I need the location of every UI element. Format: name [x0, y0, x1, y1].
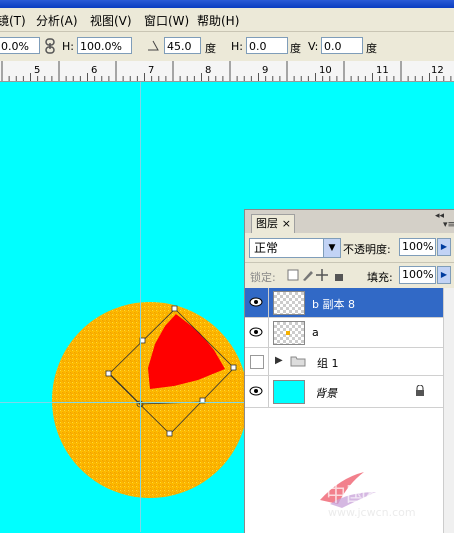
- hskew-label: H:: [231, 40, 243, 53]
- ruler-label: 6: [91, 65, 98, 76]
- panel-tab-bar: 图层 × ◂◂ ▾≡: [245, 210, 454, 233]
- eye-icon: [249, 327, 263, 337]
- height-field[interactable]: 100.0%: [77, 37, 132, 54]
- angle-icon: [147, 39, 159, 54]
- link-icon[interactable]: [45, 38, 55, 57]
- lock-label: 锁定:: [250, 271, 276, 284]
- lock-icon: [415, 384, 425, 400]
- layer-name: b 副本 8: [312, 298, 355, 311]
- hskew-field[interactable]: 0.0: [246, 37, 288, 54]
- ruler-label: 12: [431, 65, 444, 76]
- fill-label: 填充:: [367, 271, 393, 284]
- visibility-toggle[interactable]: [245, 348, 269, 375]
- angle-unit: 度: [205, 42, 216, 55]
- options-bar: 0.0% H: 100.0% 45.0 度 H: 0.0 度 V: 0.0 度: [0, 32, 454, 62]
- layer-row-group-1[interactable]: ▶ 组 1: [245, 348, 443, 376]
- expand-triangle-icon[interactable]: ▶: [275, 355, 283, 366]
- menu-window[interactable]: 窗口(W): [144, 12, 189, 29]
- guide-vertical: [140, 82, 141, 532]
- layer-row-a[interactable]: a: [245, 318, 443, 348]
- folder-icon: [290, 355, 306, 370]
- tab-layers-label: 图层: [256, 217, 278, 230]
- thumbnail-dot: [286, 331, 290, 335]
- menu-analysis[interactable]: 分析(A): [36, 12, 78, 29]
- ruler-label: 7: [148, 65, 155, 76]
- orb-shape: [52, 302, 248, 498]
- chevron-down-icon[interactable]: ▼: [323, 239, 340, 257]
- opacity-slider-arrow-icon[interactable]: ▶: [437, 238, 451, 256]
- vskew-field[interactable]: 0.0: [321, 37, 363, 54]
- ruler-label: 9: [262, 65, 269, 76]
- hskew-unit: 度: [290, 42, 301, 55]
- layer-name: 组 1: [317, 357, 339, 370]
- layer-name: 背景: [315, 387, 337, 400]
- menu-filter[interactable]: 镜(T): [0, 12, 26, 29]
- visibility-toggle[interactable]: [245, 376, 269, 407]
- vskew-label: V:: [308, 40, 319, 53]
- width-field[interactable]: 0.0%: [0, 37, 40, 54]
- title-bar: [0, 0, 454, 8]
- blend-mode-value: 正常: [254, 241, 279, 255]
- ruler-label: 11: [376, 65, 389, 76]
- layer-row-b-copy-8[interactable]: b 副本 8: [245, 288, 443, 318]
- panel-menu-icon[interactable]: ▾≡: [443, 220, 454, 230]
- visibility-toggle[interactable]: [245, 288, 269, 317]
- divider: [245, 262, 454, 263]
- horizontal-ruler: 5 6 7 8 9 10 11 12: [0, 61, 454, 82]
- menu-bar: 镜(T) 分析(A) 视图(V) 窗口(W) 帮助(H): [0, 8, 454, 32]
- opacity-input[interactable]: 100%: [399, 238, 436, 256]
- menu-help[interactable]: 帮助(H): [197, 12, 239, 29]
- lock-all-icon[interactable]: [335, 274, 343, 281]
- layer-thumbnail: [273, 380, 305, 404]
- layer-row-background[interactable]: 背景: [245, 376, 443, 408]
- fill-slider-arrow-icon[interactable]: ▶: [437, 266, 451, 284]
- lock-transparency-icon[interactable]: [287, 269, 299, 281]
- visibility-toggle[interactable]: [245, 318, 269, 347]
- tab-layers[interactable]: 图层 ×: [251, 214, 295, 233]
- angle-field[interactable]: 45.0: [164, 37, 201, 54]
- watermark: 中国教程网 www.jcwcn.com: [318, 470, 454, 532]
- ruler-label: 10: [319, 65, 332, 76]
- height-label: H:: [62, 40, 74, 53]
- layer-thumbnail: [273, 291, 305, 315]
- hidden-box: [250, 355, 264, 369]
- layer-name: a: [312, 326, 319, 339]
- vskew-unit: 度: [366, 42, 377, 55]
- lock-move-icon[interactable]: [316, 269, 328, 281]
- ruler-label: 8: [205, 65, 212, 76]
- eye-icon: [249, 386, 263, 396]
- layer-thumbnail: [273, 321, 305, 345]
- fill-input[interactable]: 100%: [399, 266, 436, 284]
- watermark-url: www.jcwcn.com: [328, 506, 416, 519]
- ruler-label: 5: [34, 65, 41, 76]
- lock-paint-icon[interactable]: [303, 271, 313, 281]
- menu-view[interactable]: 视图(V): [90, 12, 132, 29]
- lock-icons: [287, 268, 347, 285]
- eye-icon: [249, 297, 263, 307]
- blend-mode-select[interactable]: 正常 ▼: [249, 238, 341, 258]
- watermark-text: 中国教程网: [326, 482, 426, 506]
- opacity-label: 不透明度:: [343, 243, 391, 256]
- close-icon[interactable]: ×: [282, 215, 291, 233]
